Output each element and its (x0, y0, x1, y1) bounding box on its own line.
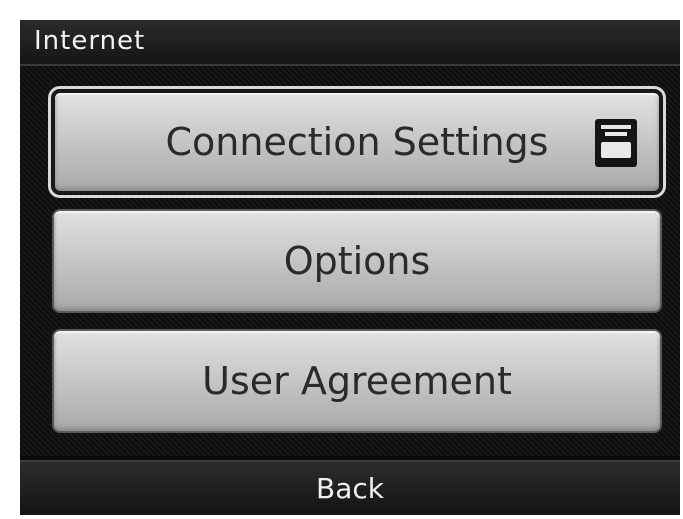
user-agreement-button[interactable]: User Agreement (52, 329, 662, 433)
page-title: Internet (34, 26, 146, 56)
internet-settings-screen: Internet Connection Settings Options Use… (20, 20, 680, 515)
icon-body (601, 142, 631, 158)
connection-settings-button[interactable]: Connection Settings (48, 86, 666, 198)
menu-area: Connection Settings Options User Agreeme… (20, 66, 680, 456)
header-bar: Internet (20, 20, 680, 66)
options-label: Options (283, 239, 431, 283)
back-button[interactable]: Back (260, 466, 440, 512)
connection-settings-icon (595, 119, 637, 167)
icon-bar-top (601, 125, 631, 129)
icon-bar-middle (605, 132, 627, 136)
user-agreement-label: User Agreement (202, 359, 512, 403)
connection-settings-label: Connection Settings (165, 120, 549, 164)
options-button[interactable]: Options (52, 209, 662, 313)
footer-bar: Back (20, 460, 680, 515)
